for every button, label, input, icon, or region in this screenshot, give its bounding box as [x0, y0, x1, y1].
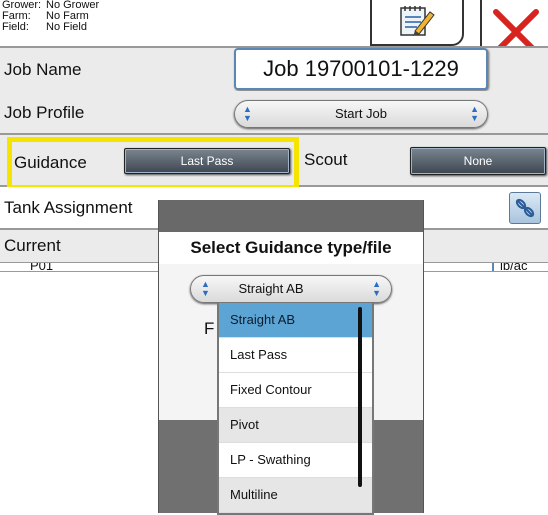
tank-assignment-label: Tank Assignment: [4, 198, 133, 217]
guidance-type-selector[interactable]: ▲ ▼ Straight AB ▲ ▼: [190, 275, 392, 303]
guidance-type-spin-left-icon[interactable]: ▲ ▼: [201, 280, 210, 298]
job-name-label: Job Name: [4, 60, 82, 79]
guidance-type-dropdown[interactable]: Straight AB Last Pass Fixed Contour Pivo…: [217, 303, 374, 515]
current-label: Current: [4, 236, 61, 255]
job-profile-value: Start Job: [334, 106, 388, 121]
field-value: No Field: [46, 21, 87, 33]
job-profile-spin-left-icon[interactable]: ▲ ▼: [243, 105, 252, 123]
dropdown-option-pivot[interactable]: Pivot: [219, 408, 372, 443]
field-line: Field: No Field: [2, 22, 99, 33]
product-unit: lb/ac: [500, 263, 528, 272]
dropdown-option-lp-swathing[interactable]: LP - Swathing: [219, 443, 372, 478]
job-profile-label: Job Profile: [4, 103, 85, 122]
guidance-type-spin-right-icon[interactable]: ▲ ▼: [372, 280, 381, 298]
job-name-field[interactable]: Job 19700101-1229: [234, 48, 488, 90]
guidance-label: Guidance: [14, 153, 87, 172]
scout-label: Scout: [304, 150, 348, 169]
header-info: Grower: No Grower Farm: No Farm Field: No F…: [2, 0, 99, 33]
guidance-type-value: Straight AB: [238, 281, 304, 296]
tank-link-button[interactable]: [509, 192, 541, 224]
dialog-title-bar: [159, 200, 423, 232]
field-label: Field:: [2, 21, 29, 33]
dropdown-option-straight-ab[interactable]: Straight AB: [219, 303, 372, 338]
job-profile-selector[interactable]: ▲ ▼ Start Job ▲ ▼: [234, 100, 488, 128]
dropdown-option-fixed-contour[interactable]: Fixed Contour: [219, 373, 372, 408]
edit-button[interactable]: [370, 0, 464, 46]
link-chain-icon: [515, 198, 535, 218]
dialog-title: Select Guidance type/file: [159, 232, 423, 264]
dropdown-scrollbar[interactable]: [358, 307, 362, 487]
guidance-button[interactable]: Last Pass: [124, 148, 290, 174]
dialog-partial-label: F: [204, 319, 215, 338]
job-profile-spin-right-icon[interactable]: ▲ ▼: [470, 105, 479, 123]
dropdown-option-last-pass[interactable]: Last Pass: [219, 338, 372, 373]
scout-button[interactable]: None: [410, 147, 546, 175]
edit-notepad-icon: [400, 6, 435, 36]
product-name: P01: [30, 263, 54, 272]
dropdown-option-multiline[interactable]: Multiline: [219, 478, 372, 513]
product-rate-field[interactable]: [420, 263, 494, 271]
